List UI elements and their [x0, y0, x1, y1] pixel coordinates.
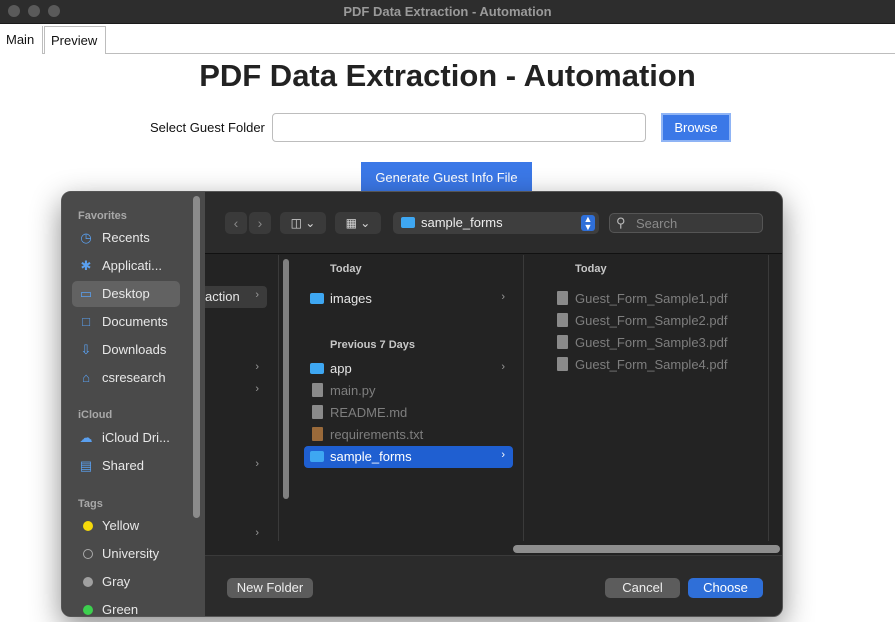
list-item-sample-forms[interactable]: sample_forms › [304, 446, 513, 468]
browse-button[interactable]: Browse [661, 113, 731, 142]
list-item[interactable]: › [205, 524, 267, 546]
list-item-pdf[interactable]: Guest_Form_Sample1.pdf [549, 288, 779, 310]
page-title: PDF Data Extraction - Automation [199, 58, 696, 93]
pdf-file-icon [557, 291, 568, 305]
list-item-pdf[interactable]: Guest_Form_Sample3.pdf [549, 332, 779, 354]
browser-column-1: action › › › › › [205, 255, 289, 541]
favorites-section-title: Favorites [78, 210, 127, 222]
sidebar-item-desktop[interactable]: ▭ Desktop [72, 281, 180, 307]
list-item-requirements[interactable]: requirements.txt [304, 424, 513, 446]
list-item[interactable]: action › [205, 286, 267, 308]
search-icon: ⚲ [616, 215, 626, 230]
sidebar-item-recents[interactable]: ◷ Recents [72, 225, 180, 251]
sidebar-tag-green[interactable]: Green [72, 597, 180, 616]
list-item-pdf[interactable]: Guest_Form_Sample4.pdf [549, 354, 779, 376]
column-divider [768, 255, 769, 541]
list-item-readme[interactable]: README.md [304, 402, 513, 424]
chevron-right-icon: › [501, 361, 505, 373]
search-input[interactable]: ⚲ Search [609, 213, 763, 233]
folder-icon [310, 363, 324, 374]
tab-preview[interactable]: Preview [44, 26, 106, 54]
list-item[interactable]: › [205, 455, 267, 477]
gray-tag-dot-icon [83, 577, 93, 587]
browser-column-3: Today Guest_Form_Sample1.pdf Guest_Form_… [538, 255, 768, 541]
dialog-sidebar: Favorites ◷ Recents ✱ Applicati... ▭ Des… [62, 192, 205, 616]
chevron-right-icon: › [255, 458, 259, 470]
pdf-file-icon [557, 313, 568, 327]
chevron-right-icon: › [255, 527, 259, 539]
forward-chevron-icon[interactable]: › [249, 212, 271, 234]
sidebar-item-documents[interactable]: □ Documents [72, 309, 180, 335]
sidebar-item-downloads[interactable]: ⇩ Downloads [72, 337, 180, 363]
updown-chevron-icon: ▲ ▼ [581, 215, 595, 232]
list-item-pdf[interactable]: Guest_Form_Sample2.pdf [549, 310, 779, 332]
python-file-icon [312, 383, 323, 397]
column-view-button[interactable]: ◫ ⌄ [280, 212, 326, 234]
column-divider [278, 255, 279, 541]
guest-folder-input[interactable] [272, 113, 646, 142]
list-item-app[interactable]: app › [304, 358, 513, 380]
pdf-file-icon [557, 335, 568, 349]
window-titlebar: PDF Data Extraction - Automation [0, 0, 895, 24]
generate-guest-info-button[interactable]: Generate Guest Info File [361, 162, 532, 192]
folder-picker-dialog: Favorites ◷ Recents ✱ Applicati... ▭ Des… [61, 191, 783, 617]
icloud-section-title: iCloud [78, 409, 113, 421]
sidebar-tag-yellow[interactable]: Yellow [72, 513, 180, 539]
text-file-icon [312, 427, 323, 441]
chevron-right-icon: › [501, 291, 505, 303]
guest-folder-label: Select Guest Folder [150, 120, 265, 135]
home-icon: ⌂ [82, 370, 90, 385]
folder-icon [310, 451, 324, 462]
tab-bar: Main Preview [0, 24, 895, 54]
yellow-tag-dot-icon [83, 521, 93, 531]
applications-icon: ✱ [80, 258, 92, 273]
folder-icon [310, 293, 324, 304]
sidebar-tag-university[interactable]: University [72, 541, 180, 567]
sidebar-item-home[interactable]: ⌂ csresearch [72, 365, 180, 391]
document-icon [312, 405, 323, 419]
previous-7-days-header: Previous 7 Days [330, 339, 415, 351]
dialog-toolbar: ‹ › ◫ ⌄ ▦ ⌄ sample_forms ▲ ▼ ⚲ Search [205, 192, 782, 254]
list-item[interactable]: › [205, 358, 267, 380]
tags-section-title: Tags [78, 498, 103, 510]
empty-tag-dot-icon [83, 549, 93, 559]
cloud-icon: ☁ [79, 430, 93, 445]
pdf-file-icon [557, 357, 568, 371]
horizontal-scrollbar[interactable] [513, 545, 780, 553]
dialog-bottom-bar: New Folder Cancel Choose [205, 555, 782, 616]
sidebar-item-shared[interactable]: ▤ Shared [72, 453, 180, 479]
folder-icon [401, 217, 415, 228]
window-title: PDF Data Extraction - Automation [343, 4, 552, 19]
column-1-scrollbar[interactable] [283, 259, 289, 499]
chevron-right-icon: › [255, 361, 259, 373]
shared-folder-icon: ▤ [79, 458, 93, 473]
list-item-images[interactable]: images › [304, 288, 513, 310]
column-divider [523, 255, 524, 541]
sidebar-scrollbar[interactable] [193, 196, 200, 518]
green-tag-dot-icon [83, 605, 93, 615]
chevron-right-icon: › [501, 449, 505, 461]
desktop-icon: ▭ [79, 286, 93, 301]
list-item-main-py[interactable]: main.py [304, 380, 513, 402]
chevron-right-icon: › [255, 289, 259, 301]
sidebar-tag-gray[interactable]: Gray [72, 569, 180, 595]
new-folder-button[interactable]: New Folder [227, 578, 313, 598]
sidebar-item-applications[interactable]: ✱ Applicati... [72, 253, 180, 279]
history-navigation: ‹ › [225, 212, 273, 234]
grid-view-icon[interactable]: ▦ ⌄ [335, 212, 381, 234]
today-header: Today [330, 263, 362, 275]
sidebar-item-icloud-drive[interactable]: ☁ iCloud Dri... [72, 425, 180, 451]
cancel-button[interactable]: Cancel [605, 578, 680, 598]
clock-icon: ◷ [80, 230, 92, 245]
folder-path-popup[interactable]: sample_forms ▲ ▼ [393, 212, 599, 234]
choose-button[interactable]: Choose [688, 578, 763, 598]
tab-main[interactable]: Main [0, 26, 43, 54]
document-icon: □ [82, 314, 90, 329]
chevron-right-icon: › [255, 383, 259, 395]
download-icon: ⇩ [80, 342, 92, 357]
back-chevron-icon[interactable]: ‹ [225, 212, 247, 234]
list-item[interactable]: › [205, 380, 267, 402]
today-header: Today [575, 263, 607, 275]
browser-column-2: Today images › Previous 7 Days app › mai… [299, 255, 518, 541]
